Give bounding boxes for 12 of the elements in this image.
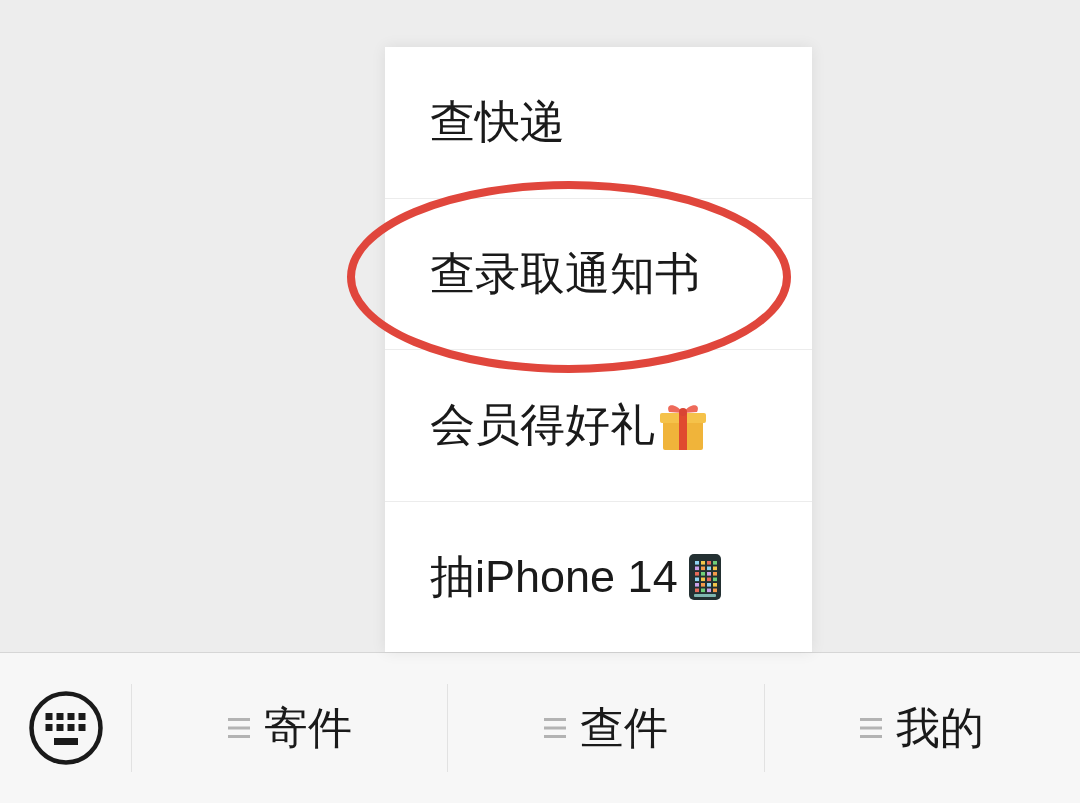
phone-icon	[687, 552, 722, 601]
menu-item[interactable]: 查快递	[385, 47, 812, 199]
menu-item[interactable]: 查录取通知书	[385, 198, 812, 350]
menu-icon	[860, 718, 883, 738]
menu-item[interactable]: 抽iPhone 14	[385, 501, 812, 652]
menu-tab[interactable]: 寄件	[131, 684, 448, 772]
menu-icon	[227, 718, 250, 738]
menu-tab[interactable]: 我的	[763, 684, 1080, 772]
keyboard-icon[interactable]	[28, 691, 103, 765]
menu-tab[interactable]: 查件	[447, 684, 764, 772]
menu-icon	[544, 718, 566, 738]
menu-item[interactable]: 会员得好礼	[385, 350, 812, 502]
